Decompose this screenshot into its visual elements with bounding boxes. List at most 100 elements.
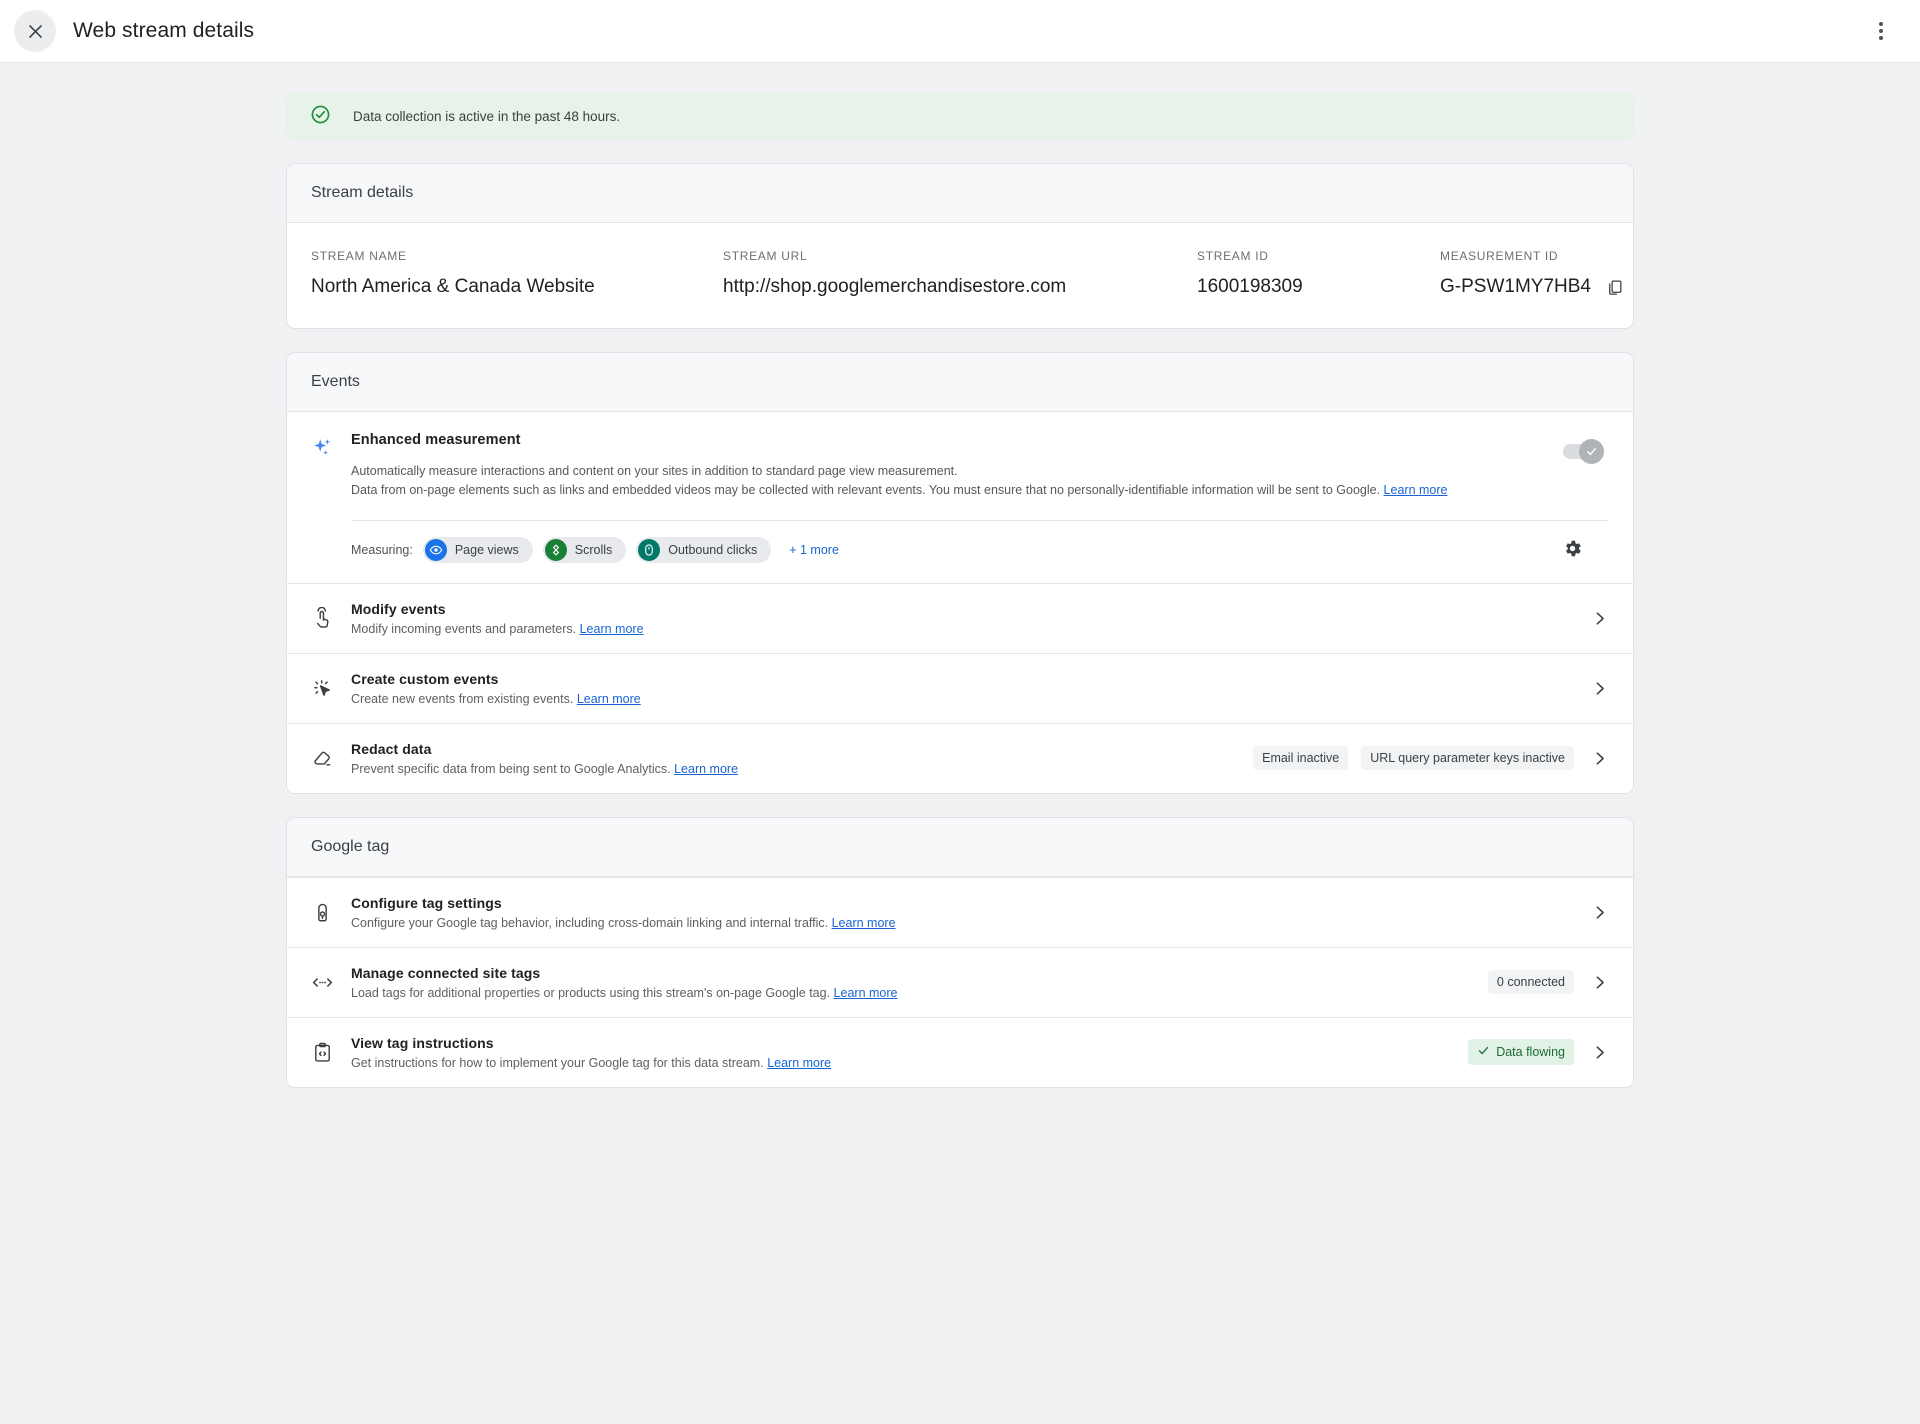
measurement-id-label: MEASUREMENT ID xyxy=(1440,249,1559,263)
google-tag-card: Google tag Configure tag settings Config… xyxy=(286,816,1634,1088)
google-tag-title: Google tag xyxy=(287,817,1633,877)
row-modify-events-title: Modify events xyxy=(351,600,446,617)
row-manage-connected-site-tags-subtitle-text: Load tags for additional properties or p… xyxy=(351,985,831,1000)
touch-pointer-icon xyxy=(311,606,351,630)
row-modify-events-right xyxy=(1587,610,1611,627)
scroll-target-icon xyxy=(544,538,567,561)
chip-page-views[interactable]: Page views xyxy=(422,536,533,563)
chip-outbound-clicks[interactable]: Outbound clicks xyxy=(636,536,772,563)
row-manage-connected-site-tags-title: Manage connected site tags xyxy=(351,964,541,981)
banner-text: Data collection is active in the past 48… xyxy=(353,109,621,124)
chip-scrolls[interactable]: Scrolls xyxy=(542,536,627,563)
stream-name-field: STREAM NAME North America & Canada Websi… xyxy=(311,249,723,298)
row-configure-tag-settings-title: Configure tag settings xyxy=(351,894,502,911)
row-configure-tag-settings-text: Configure tag settings Configure your Go… xyxy=(351,895,1573,930)
enhanced-measurement-learn-more-link[interactable]: Learn more xyxy=(1384,483,1448,497)
row-modify-events-learn-more-link[interactable]: Learn more xyxy=(580,622,644,636)
row-create-custom-events-title: Create custom events xyxy=(351,670,499,687)
enhanced-measurement-body: Enhanced measurement Automatically measu… xyxy=(351,432,1609,501)
kebab-dot xyxy=(1879,29,1883,33)
close-button[interactable] xyxy=(14,10,56,52)
enhanced-measurement-top: Enhanced measurement Automatically measu… xyxy=(311,432,1609,501)
status-badge-data-flowing-label: Data flowing xyxy=(1496,1045,1565,1060)
events-card: Events Enhanced measurement Automaticall… xyxy=(286,352,1634,794)
chevron-right-icon[interactable] xyxy=(1587,680,1611,697)
chip-page-views-label: Page views xyxy=(454,542,519,557)
row-create-custom-events-text: Create custom events Create new events f… xyxy=(351,671,1573,706)
copy-icon[interactable] xyxy=(1605,278,1624,297)
row-redact-data-subtitle: Prevent specific data from being sent to… xyxy=(351,762,1239,776)
row-redact-data-title: Redact data xyxy=(351,740,432,757)
measurement-id-row: G-PSW1MY7HB4 xyxy=(1440,276,1624,298)
row-create-custom-events-subtitle: Create new events from existing events. … xyxy=(351,692,1573,706)
status-badge-data-flowing: Data flowing xyxy=(1468,1039,1574,1066)
stream-url-field: STREAM URL http://shop.googlemerchandise… xyxy=(723,249,1197,298)
stream-details-grid: STREAM NAME North America & Canada Websi… xyxy=(287,223,1633,328)
row-view-tag-instructions-right: Data flowing xyxy=(1468,1039,1611,1066)
row-view-tag-instructions-text: View tag instructions Get instructions f… xyxy=(351,1035,1454,1070)
row-configure-tag-settings-subtitle: Configure your Google tag behavior, incl… xyxy=(351,916,1573,930)
chip-scrolls-label: Scrolls xyxy=(574,542,613,557)
status-badge-url-query-keys-inactive: URL query parameter keys inactive xyxy=(1361,746,1574,771)
top-app-bar: Web stream details xyxy=(0,0,1920,63)
row-configure-tag-settings-subtitle-text: Configure your Google tag behavior, incl… xyxy=(351,915,829,930)
row-redact-data[interactable]: Redact data Prevent specific data from b… xyxy=(287,722,1633,793)
clipboard-code-icon xyxy=(311,1041,351,1064)
row-manage-connected-site-tags-learn-more-link[interactable]: Learn more xyxy=(834,986,898,1000)
enhanced-measurement-block: Enhanced measurement Automatically measu… xyxy=(287,412,1633,583)
row-manage-connected-site-tags-right: 0 connected xyxy=(1487,970,1611,995)
enhanced-measurement-desc-line2: Data from on-page elements such as links… xyxy=(351,483,1381,498)
measuring-label: Measuring: xyxy=(351,542,413,557)
chevron-right-icon[interactable] xyxy=(1587,610,1611,627)
row-manage-connected-site-tags-subtitle: Load tags for additional properties or p… xyxy=(351,986,1474,1000)
row-configure-tag-settings[interactable]: Configure tag settings Configure your Go… xyxy=(287,876,1633,947)
status-badge-connected-count: 0 connected xyxy=(1487,970,1574,995)
chevron-right-icon[interactable] xyxy=(1587,1044,1611,1061)
gear-icon[interactable] xyxy=(1557,534,1587,564)
chevron-right-icon[interactable] xyxy=(1587,974,1611,991)
enhanced-measurement-description: Automatically measure interactions and c… xyxy=(351,462,1479,501)
chevron-right-icon[interactable] xyxy=(1587,750,1611,767)
row-redact-data-right: Email inactive URL query parameter keys … xyxy=(1253,746,1611,771)
measurement-id-field: MEASUREMENT ID G-PSW1MY7HB4 xyxy=(1440,249,1624,298)
mouse-icon xyxy=(638,538,661,561)
status-badge-email-inactive: Email inactive xyxy=(1253,746,1349,771)
row-view-tag-instructions-subtitle-text: Get instructions for how to implement yo… xyxy=(351,1055,764,1070)
check-circle-icon xyxy=(310,104,331,130)
enhanced-measurement-toggle[interactable] xyxy=(1563,439,1604,464)
row-view-tag-instructions-title: View tag instructions xyxy=(351,1034,494,1051)
row-view-tag-instructions-learn-more-link[interactable]: Learn more xyxy=(767,1056,831,1070)
row-manage-connected-site-tags[interactable]: Manage connected site tags Load tags for… xyxy=(287,946,1633,1017)
stream-details-card: Stream details STREAM NAME North America… xyxy=(286,163,1634,329)
page-body: Data collection is active in the past 48… xyxy=(0,63,1920,1424)
click-cursor-icon xyxy=(311,677,351,700)
measuring-more-link[interactable]: + 1 more xyxy=(789,543,839,557)
stream-details-title: Stream details xyxy=(287,164,1633,223)
stream-name-value: North America & Canada Website xyxy=(311,276,595,297)
eraser-icon xyxy=(311,747,351,770)
row-manage-connected-site-tags-text: Manage connected site tags Load tags for… xyxy=(351,965,1474,1000)
row-modify-events-subtitle-text: Modify incoming events and parameters. xyxy=(351,621,577,636)
stream-name-label: STREAM NAME xyxy=(311,249,407,263)
check-icon xyxy=(1477,1044,1490,1060)
row-configure-tag-settings-learn-more-link[interactable]: Learn more xyxy=(832,916,896,930)
row-create-custom-events-subtitle-text: Create new events from existing events. xyxy=(351,691,574,706)
more-options-icon[interactable] xyxy=(1864,14,1898,48)
content-wrapper: Data collection is active in the past 48… xyxy=(286,93,1634,1088)
kebab-dot xyxy=(1879,22,1883,26)
enhanced-measurement-desc-line2-wrapper: Data from on-page elements such as links… xyxy=(351,481,1479,500)
stream-id-label: STREAM ID xyxy=(1197,249,1269,263)
data-collection-status-banner: Data collection is active in the past 48… xyxy=(286,93,1634,140)
row-create-custom-events[interactable]: Create custom events Create new events f… xyxy=(287,652,1633,723)
measuring-row: Measuring: Page views Scrolls Outbound c… xyxy=(311,521,1609,583)
row-redact-data-text: Redact data Prevent specific data from b… xyxy=(351,741,1239,776)
chevron-right-icon[interactable] xyxy=(1587,904,1611,921)
stream-id-field: STREAM ID 1600198309 xyxy=(1197,249,1440,298)
kebab-dot xyxy=(1879,36,1883,40)
row-modify-events[interactable]: Modify events Modify incoming events and… xyxy=(287,582,1633,653)
row-create-custom-events-learn-more-link[interactable]: Learn more xyxy=(577,692,641,706)
row-view-tag-instructions[interactable]: View tag instructions Get instructions f… xyxy=(287,1016,1633,1087)
measurement-id-value: G-PSW1MY7HB4 xyxy=(1440,276,1591,297)
row-configure-tag-settings-right xyxy=(1587,904,1611,921)
row-redact-data-learn-more-link[interactable]: Learn more xyxy=(674,762,738,776)
